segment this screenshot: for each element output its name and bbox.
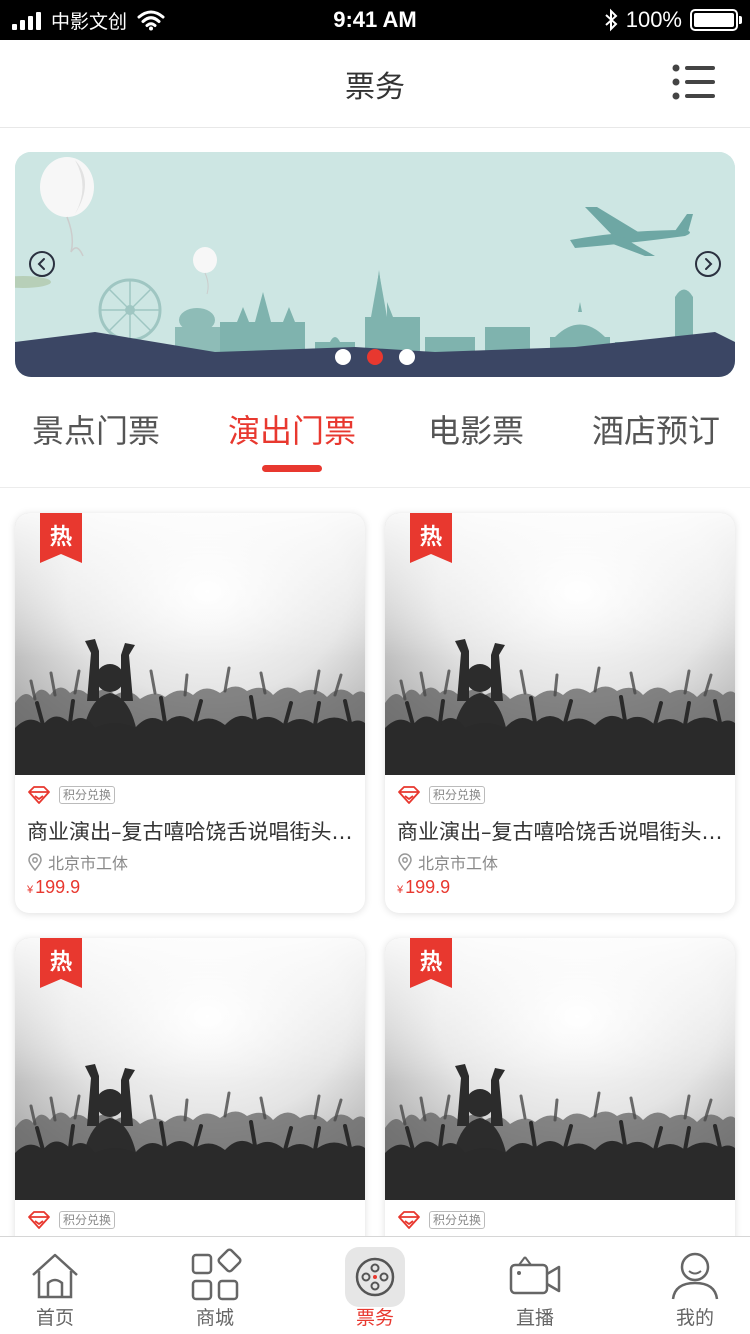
location-pin-icon — [28, 853, 42, 871]
event-price: ¥199.9 — [27, 877, 80, 898]
film-reel-icon — [345, 1247, 405, 1307]
carousel-dot-active[interactable] — [367, 349, 383, 365]
tabbar-label: 我的 — [675, 1307, 714, 1329]
status-bar: 中影文创 9:41 AM 100% — [0, 0, 750, 40]
price-value: 199.9 — [405, 877, 451, 897]
active-tab-indicator — [262, 465, 322, 472]
points-exchange-tag: 积分兑换 — [429, 786, 486, 804]
tabbar-item-tickets[interactable]: 票务 — [320, 1237, 430, 1334]
status-right: 100% — [604, 0, 742, 40]
tabbar-label: 首页 — [35, 1307, 74, 1329]
bluetooth-icon — [605, 8, 618, 32]
tag-row: 积分兑换 — [397, 1210, 486, 1230]
banner-carousel[interactable] — [15, 152, 735, 377]
battery-percent: 100% — [625, 7, 682, 32]
currency-symbol: ¥ — [397, 884, 404, 896]
tabbar-item-profile[interactable]: 我的 — [640, 1237, 750, 1334]
tabbar-label: 票务 — [355, 1307, 394, 1329]
carousel-dot[interactable] — [335, 349, 351, 365]
tabbar-item-mall[interactable]: 商城 — [160, 1237, 270, 1334]
event-card[interactable]: 热 积分兑换 商业演出–复古嘻哈饶舌说唱街头音乐节 北京市工体 ¥199.9 — [385, 513, 735, 913]
tag-row: 积分兑换 — [27, 785, 116, 805]
grid-icon — [191, 1248, 242, 1301]
diamond-icon — [28, 1211, 50, 1229]
tabbar-label: 直播 — [515, 1307, 554, 1329]
event-location: 北京市工体 — [48, 854, 129, 873]
city-skyline-illustration — [15, 152, 735, 377]
page-title: 票务 — [345, 70, 405, 105]
list-menu-icon[interactable] — [672, 64, 716, 100]
video-camera-icon — [509, 1256, 561, 1295]
points-exchange-tag: 积分兑换 — [429, 1211, 486, 1229]
tab-hotel-booking[interactable]: 酒店预订 — [592, 406, 720, 452]
nav-bar: 票务 — [0, 40, 750, 128]
price-value: 199.9 — [35, 877, 81, 897]
tab-show-tickets[interactable]: 演出门票 — [228, 406, 356, 452]
tabbar-item-live[interactable]: 直播 — [480, 1237, 590, 1334]
banner-next-button[interactable] — [695, 251, 721, 277]
tab-scenic-tickets[interactable]: 景点门票 — [32, 406, 160, 452]
location-row: 北京市工体 — [27, 850, 128, 874]
event-card[interactable]: 热 积分兑换 商业演出–复古嘻哈饶舌说唱街头音乐节 北京市工体 ¥199.9 — [15, 513, 365, 913]
tabbar-item-home[interactable]: 首页 — [0, 1237, 110, 1334]
points-exchange-tag: 积分兑换 — [59, 1211, 116, 1229]
carousel-dots — [15, 349, 735, 365]
banner-prev-button[interactable] — [29, 251, 55, 277]
hot-badge: 热 — [49, 950, 72, 975]
hot-badge: 热 — [419, 950, 442, 975]
battery-icon — [690, 9, 742, 31]
bottom-tab-bar: 首页 商城 票务 直播 我的 — [0, 1236, 750, 1334]
diamond-icon — [398, 1211, 420, 1229]
tabbar-label: 商城 — [195, 1307, 234, 1329]
tag-row: 积分兑换 — [397, 785, 486, 805]
event-location: 北京市工体 — [418, 854, 499, 873]
diamond-icon — [28, 786, 50, 804]
chevron-right-icon — [705, 258, 713, 270]
hot-badge: 热 — [419, 525, 442, 550]
event-title: 商业演出–复古嘻哈饶舌说唱街头音乐节 — [27, 820, 357, 844]
diamond-icon — [398, 786, 420, 804]
location-row: 北京市工体 — [397, 850, 498, 874]
chevron-left-icon — [37, 258, 45, 270]
location-pin-icon — [398, 853, 412, 871]
tab-movie-tickets[interactable]: 电影票 — [428, 406, 524, 452]
tag-row: 积分兑换 — [27, 1210, 116, 1230]
hot-badge: 热 — [49, 525, 72, 550]
currency-symbol: ¥ — [27, 884, 34, 896]
user-icon — [671, 1252, 719, 1300]
event-price: ¥199.9 — [397, 877, 450, 898]
carousel-dot[interactable] — [399, 349, 415, 365]
home-icon — [32, 1253, 78, 1299]
category-tabs: 景点门票 演出门票 电影票 酒店预订 — [0, 400, 750, 488]
points-exchange-tag: 积分兑换 — [59, 786, 116, 804]
event-title: 商业演出–复古嘻哈饶舌说唱街头音乐节 — [397, 820, 727, 844]
